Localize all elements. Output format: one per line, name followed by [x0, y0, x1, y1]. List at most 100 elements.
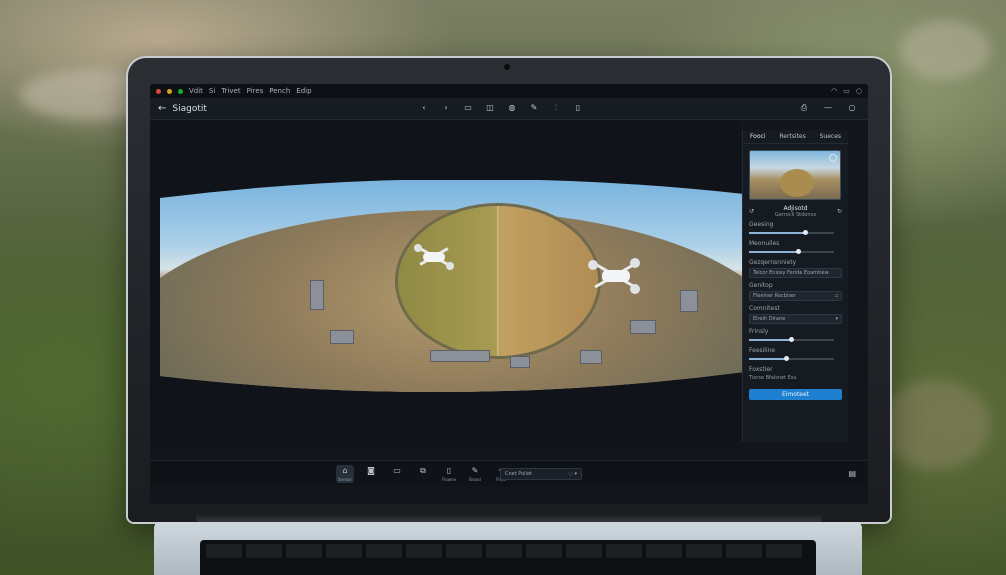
field-value: Elreih Dirane [753, 316, 786, 322]
panorama-image[interactable] [160, 180, 744, 392]
slider-label: Meonuiles [749, 240, 780, 247]
menu-item[interactable]: Pires [247, 87, 264, 95]
video-icon: ▭ [393, 466, 401, 475]
dock-caption: Flowne [441, 477, 457, 482]
slider-meonuiles[interactable] [749, 249, 842, 255]
dock-home[interactable]: ⌂ Sonoor [336, 465, 354, 483]
reset-icon[interactable]: ↺ [749, 208, 754, 215]
field-section-2: Genitop Fleeiner Rocbiser ▫ [743, 280, 848, 303]
tab-focus[interactable]: Fooci [750, 133, 766, 140]
dropdown-field[interactable]: Elreih Dirane ▾ [749, 314, 842, 324]
dock-select[interactable]: Cnet Poliet ◌ ▾ [500, 468, 582, 480]
apply-button[interactable]: Eimoteet [749, 389, 842, 400]
thumb-field [780, 169, 814, 197]
footer-label: Foxstier [749, 366, 773, 373]
chevron-down-icon: ◌ ▾ [568, 471, 577, 477]
minimize-icon[interactable]: — [822, 102, 834, 114]
building [680, 290, 698, 312]
preview-thumbnail[interactable] [749, 150, 841, 200]
field-section-1: Gezqernsnniety Teicor Eniosy Feride Eoam… [743, 257, 848, 280]
drone-left [414, 242, 454, 272]
layers-icon[interactable]: ▤ [848, 469, 856, 478]
dock-camera[interactable]: ◙ [362, 465, 380, 483]
screen: Vdit Si Trivet Pires Pench Edip ◠ ▭ ○ ← … [150, 84, 868, 504]
share-icon[interactable]: ⎙ [798, 102, 810, 114]
building [310, 280, 324, 310]
doc-icon: ▯ [446, 466, 452, 475]
dock-copy[interactable]: ⧉ [414, 465, 432, 483]
dropdown-field[interactable]: Fleeiner Rocbiser ▫ [749, 291, 842, 301]
thumb-caption: Adjisotd [783, 205, 808, 212]
field-line [497, 206, 499, 356]
chevron-down-icon: ▾ [835, 316, 838, 322]
laptop-lid: Vdit Si Trivet Pires Pench Edip ◠ ▭ ○ ← … [128, 58, 890, 522]
dock-doc[interactable]: ▯ Flowne [440, 465, 458, 483]
select-value: Cnet Poliet [505, 471, 532, 477]
laptop-base [154, 522, 862, 575]
central-field [398, 206, 598, 356]
field-value: Teicor Eniosy Feride Eoamtiew [753, 270, 829, 276]
rotate-icon[interactable] [829, 154, 837, 162]
slider-feesiline[interactable] [749, 356, 842, 362]
panel-tabs: Fooci Rertsites Sueces [743, 130, 848, 144]
zoom-dot[interactable] [178, 88, 183, 94]
home-icon: ⌂ [342, 466, 348, 475]
brush-icon[interactable]: ✎ [528, 102, 540, 114]
slider-section-2: Meonuiles [743, 238, 848, 257]
status-icons: ◠ ▭ ○ [831, 87, 862, 95]
drone-right [588, 256, 642, 296]
menu-item[interactable]: Vdit [189, 87, 203, 95]
minimize-dot[interactable] [167, 88, 172, 94]
redo-icon[interactable]: › [440, 102, 452, 114]
menu-item[interactable]: Trivet [221, 87, 240, 95]
camera-icon: ◙ [367, 466, 375, 475]
wifi-icon[interactable]: ◠ [831, 87, 837, 95]
background-bokeh-3 [880, 380, 990, 470]
system-menubar: Vdit Si Trivet Pires Pench Edip ◠ ▭ ○ [150, 84, 868, 98]
pen-icon: ✎ [471, 466, 479, 475]
slider-label: Feesiline [749, 347, 776, 354]
undo-icon[interactable]: ‹ [418, 102, 430, 114]
building [580, 350, 602, 364]
battery-icon[interactable]: ▭ [843, 87, 850, 95]
building [510, 356, 530, 368]
dropdown-field[interactable]: Teicor Eniosy Feride Eoamtiew [749, 268, 842, 278]
dock-caption: Sonoor [337, 477, 353, 482]
close-dot[interactable] [156, 88, 161, 94]
field-label: Comnitest [749, 305, 780, 312]
redo-icon[interactable]: ↻ [837, 208, 842, 215]
slider-section-4: Feesiline [743, 345, 848, 364]
thumb-caption-row: ↺ Adjisotd Gerrocli Stdonvs ↻ [743, 204, 848, 219]
slider-section-3: Frinsly [743, 326, 848, 345]
chevron-down-icon: ▫ [834, 293, 838, 299]
compare-icon[interactable]: ◫ [484, 102, 496, 114]
slider-section-1: Geesing [743, 219, 848, 238]
dock-video[interactable]: ▭ [388, 465, 406, 483]
menu-item[interactable]: Edip [296, 87, 311, 95]
settings-icon[interactable]: ○ [846, 102, 858, 114]
slider-frinsly[interactable] [749, 337, 842, 343]
building [330, 330, 354, 344]
dock-pen[interactable]: ✎ Brovd [466, 465, 484, 483]
field-label: Gezqernsnniety [749, 259, 797, 266]
tab-sources[interactable]: Sueces [820, 133, 841, 140]
toolbar: ‹ › ▭ ◫ ◍ ✎ ⫶ ▯ [418, 102, 584, 114]
panorama-viewer[interactable] [150, 120, 738, 450]
menu-item[interactable]: Si [209, 87, 215, 95]
globe-icon[interactable]: ◍ [506, 102, 518, 114]
field-label: Genitop [749, 282, 773, 289]
search-icon[interactable]: ○ [856, 87, 862, 95]
building [430, 350, 490, 362]
footer-value: Tixrse Bfalsnet Esu [749, 375, 797, 381]
keyboard [200, 540, 816, 575]
arrow-left-icon[interactable]: ← [158, 103, 166, 114]
crop-icon[interactable]: ▭ [462, 102, 474, 114]
menu-items: Vdit Si Trivet Pires Pench Edip [189, 87, 312, 95]
app-header: ← Siagotit ‹ › ▭ ◫ ◍ ✎ ⫶ ▯ ⎙ — ○ [150, 98, 868, 120]
tab-presets[interactable]: Rertsites [779, 133, 805, 140]
menu-item[interactable]: Pench [269, 87, 290, 95]
export-icon[interactable]: ▯ [572, 102, 584, 114]
adjust-icon[interactable]: ⫶ [550, 102, 562, 114]
slider-label: Frinsly [749, 328, 769, 335]
slider-geesing[interactable] [749, 230, 842, 236]
